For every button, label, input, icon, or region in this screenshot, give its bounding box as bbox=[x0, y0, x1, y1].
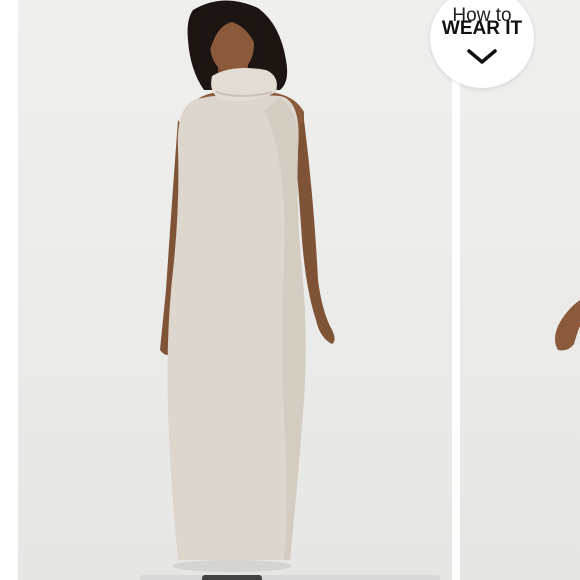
chevron-down-icon bbox=[467, 49, 497, 64]
gallery-scroll-indicator[interactable] bbox=[140, 575, 440, 580]
gallery-scroll-thumb[interactable] bbox=[202, 575, 262, 580]
slide-divider bbox=[452, 0, 460, 580]
wear-it-label: WEAR IT bbox=[441, 18, 523, 39]
model-photo bbox=[160, 0, 335, 572]
product-image-gallery[interactable]: How to WEAR IT bbox=[0, 0, 580, 580]
product-image-main[interactable] bbox=[18, 0, 452, 580]
